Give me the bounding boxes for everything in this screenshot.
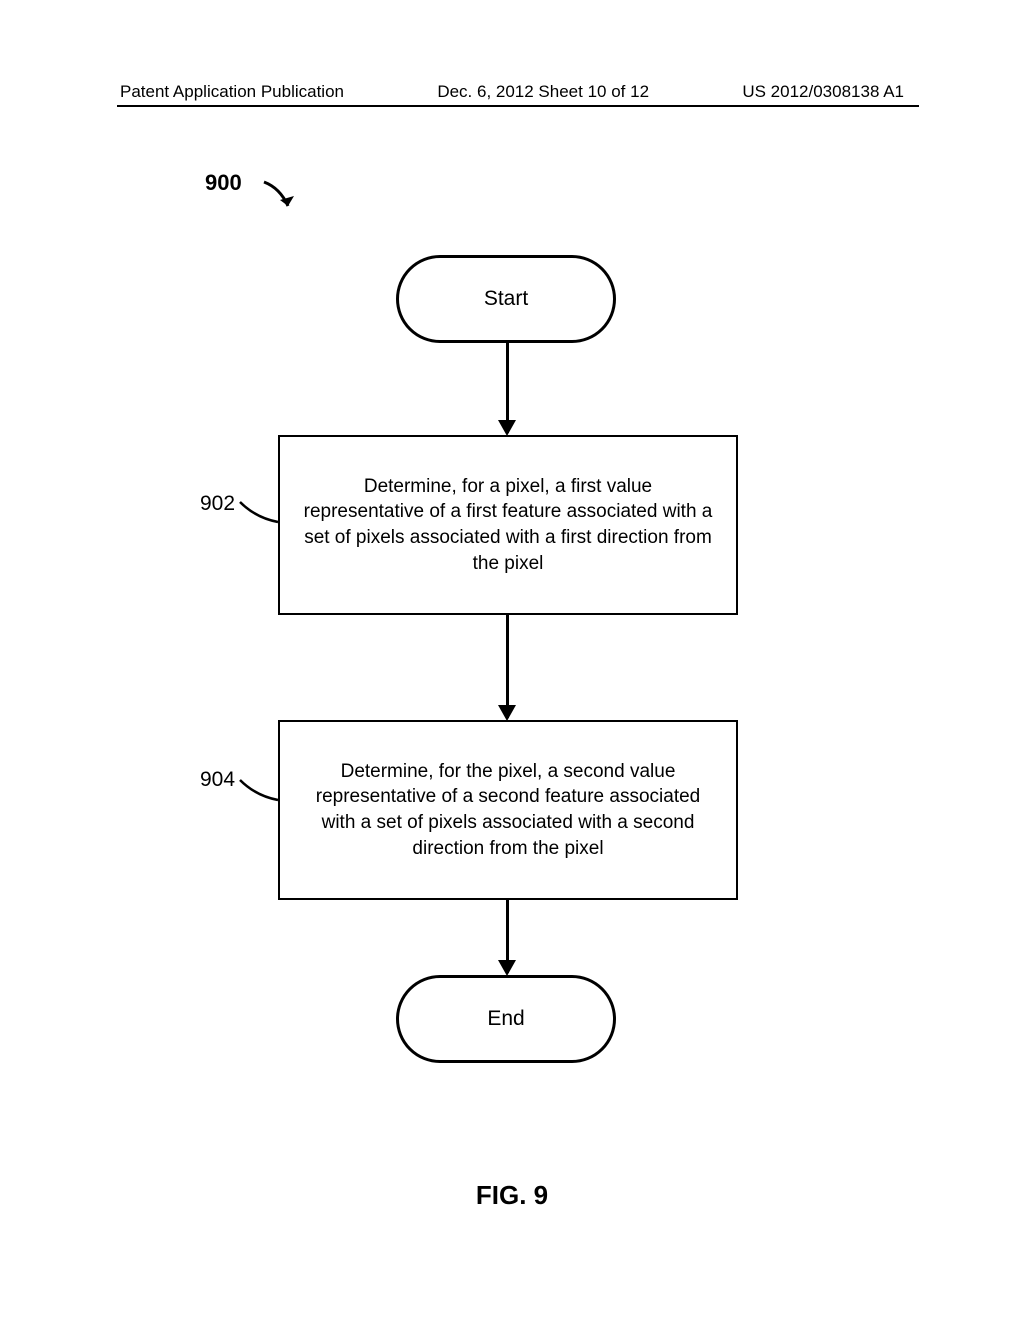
header-divider: [117, 105, 919, 107]
header-publication: Patent Application Publication: [120, 82, 344, 102]
end-label: End: [487, 1007, 524, 1031]
arrowhead-icon: [498, 420, 516, 436]
reference-arrow-900: [260, 178, 310, 218]
step-904-text: Determine, for the pixel, a second value…: [302, 759, 714, 862]
arrowhead-icon: [498, 705, 516, 721]
step-902-text: Determine, for a pixel, a first value re…: [302, 474, 714, 577]
flowchart-start: Start: [396, 255, 616, 343]
figure-label: FIG. 9: [0, 1180, 1024, 1211]
flowchart-step-902: Determine, for a pixel, a first value re…: [278, 435, 738, 615]
header-pub-number: US 2012/0308138 A1: [742, 82, 904, 102]
callout-line-902: [238, 500, 280, 530]
flowchart-step-904: Determine, for the pixel, a second value…: [278, 720, 738, 900]
flowchart-end: End: [396, 975, 616, 1063]
reference-numeral-902: 902: [200, 492, 235, 516]
connector-line: [506, 615, 509, 718]
reference-numeral-904: 904: [200, 768, 235, 792]
header-date-sheet: Dec. 6, 2012 Sheet 10 of 12: [437, 82, 649, 102]
reference-numeral-900: 900: [205, 170, 242, 196]
arrowhead-icon: [498, 960, 516, 976]
start-label: Start: [484, 287, 528, 311]
callout-line-904: [238, 778, 280, 808]
